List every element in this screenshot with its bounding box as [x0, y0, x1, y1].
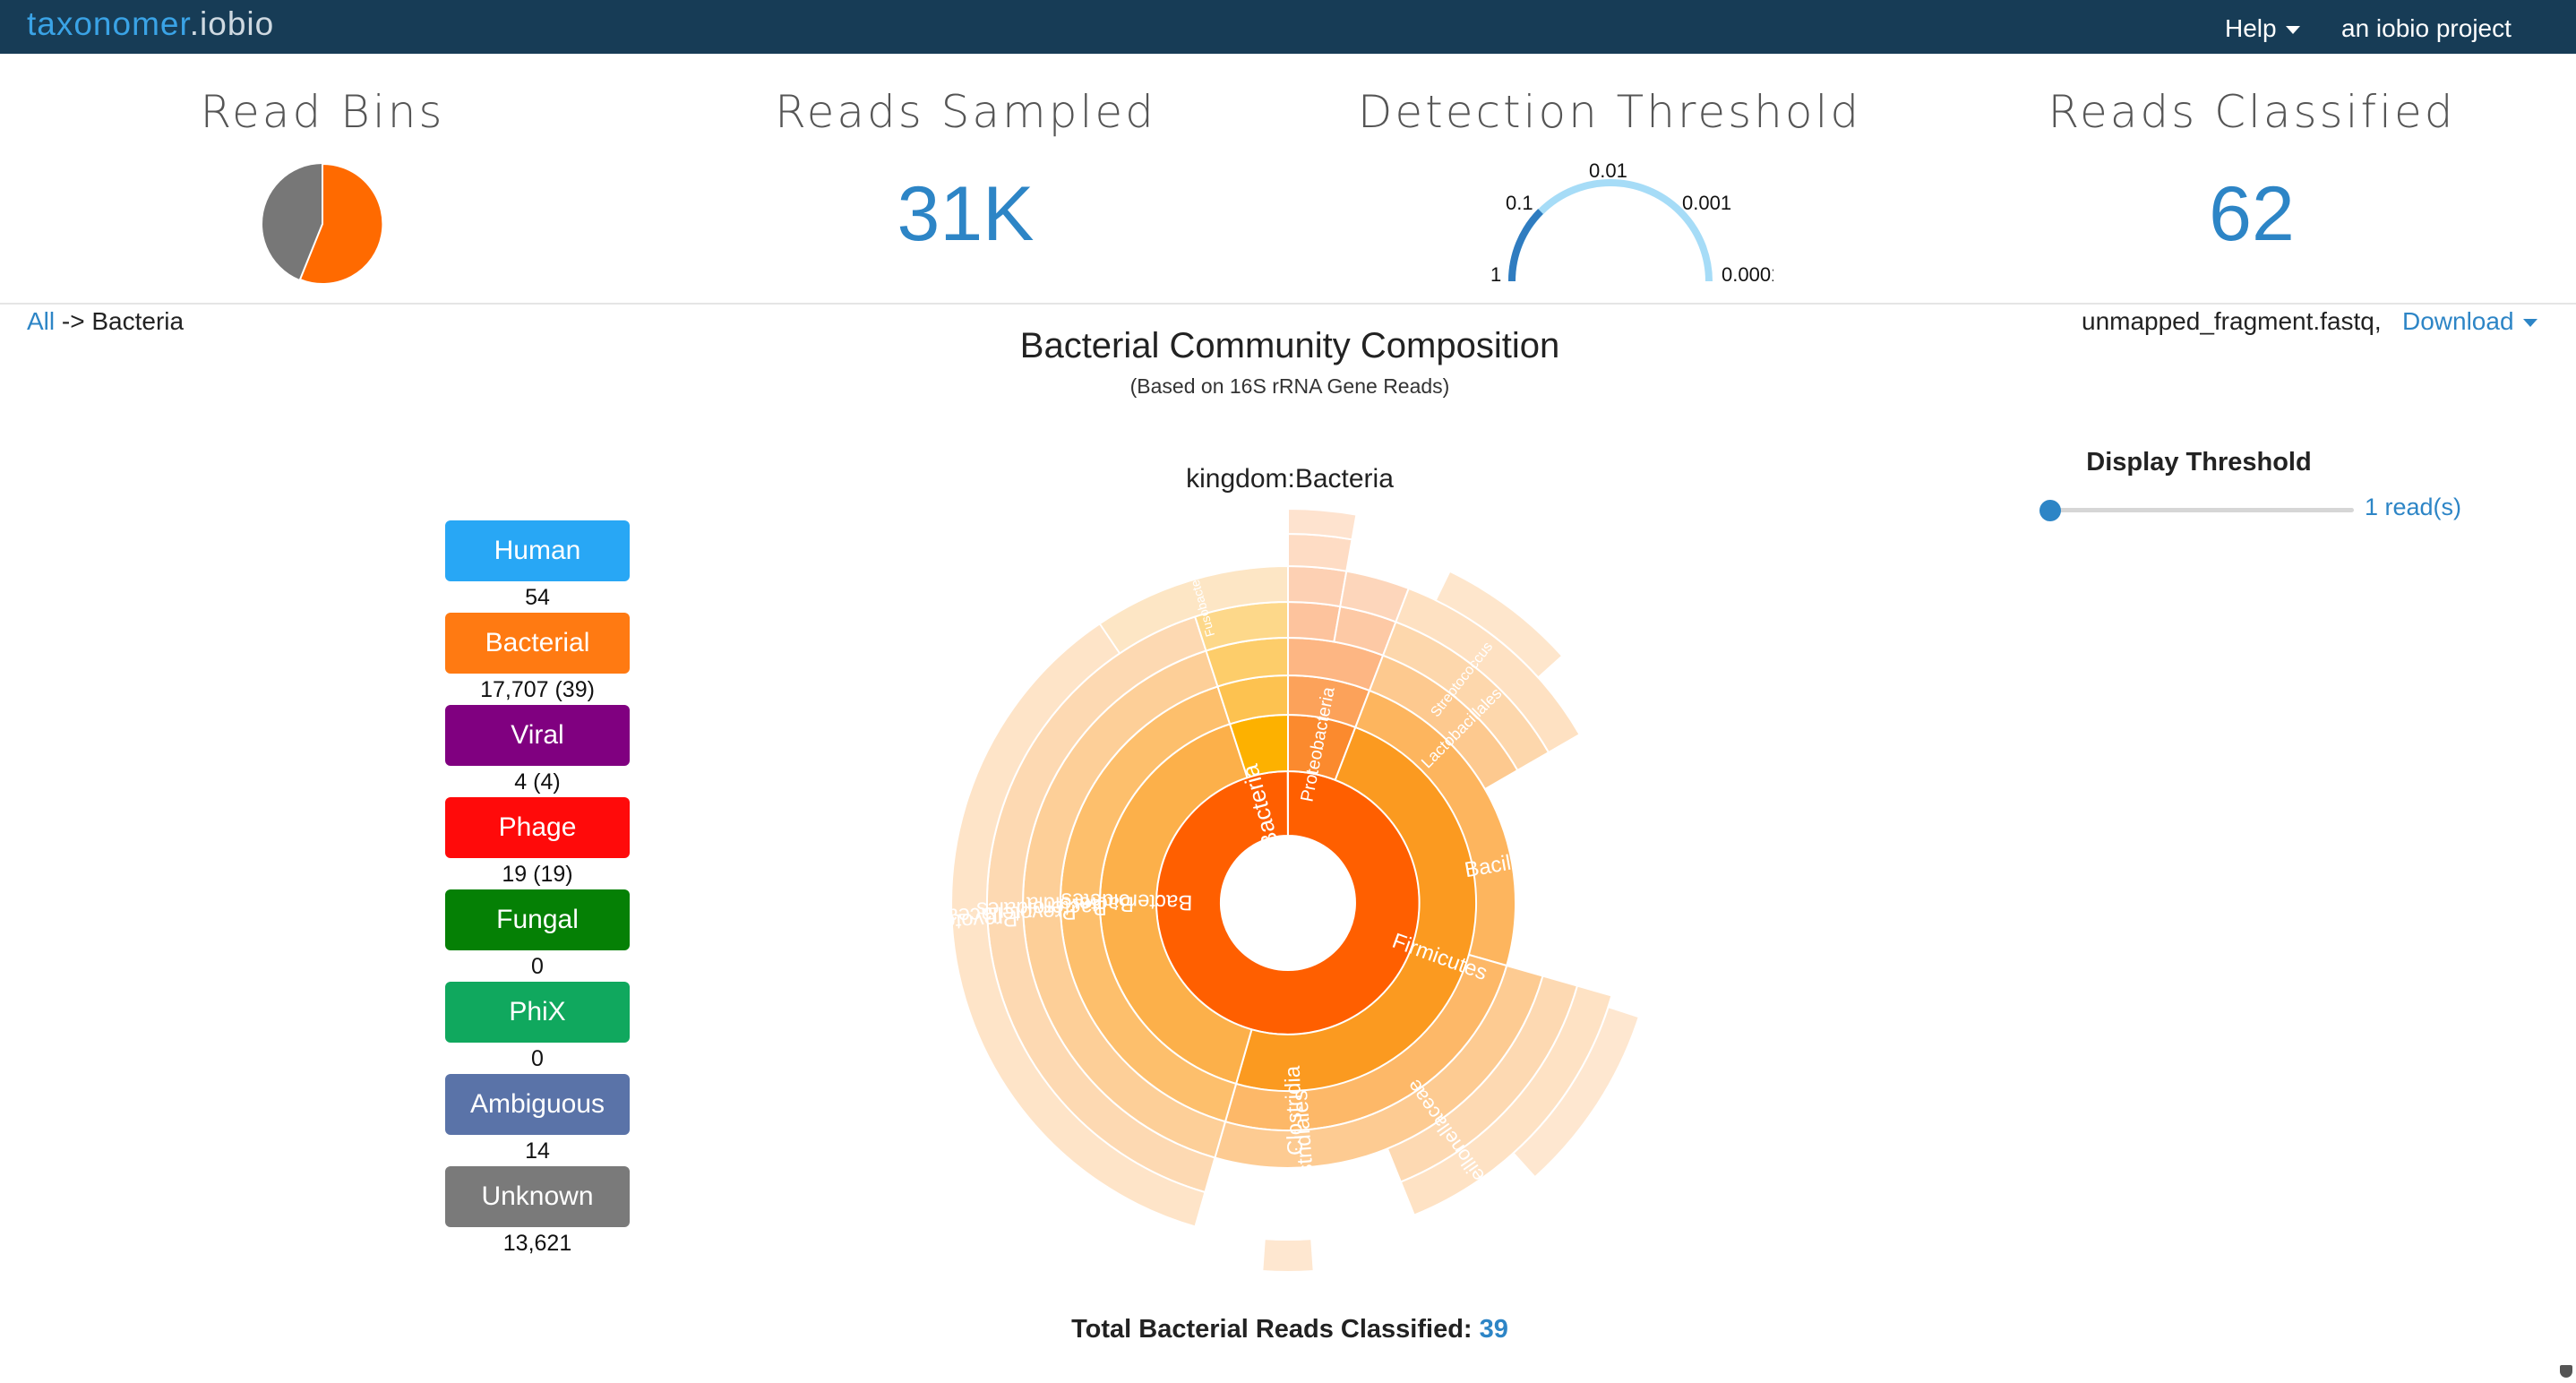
gauge-track[interactable] [1508, 179, 1713, 282]
bin-button-phage[interactable]: Phage [445, 797, 630, 858]
bin-count-phage: 19 (19) [502, 862, 573, 887]
bin-button-ambiguous[interactable]: Ambiguous [445, 1074, 630, 1135]
bin-count-human: 54 [525, 585, 550, 610]
sunburst-segment-outer-1[interactable] [1287, 532, 1353, 572]
top-navbar: taxonomer.iobio Help an iobio project [0, 0, 2576, 54]
bin-button-fungal[interactable]: Fungal [445, 889, 630, 950]
label-prevotella: Prevotella [921, 906, 1018, 935]
chart-subtitle: (Based on 16S rRNA Gene Reads) [1129, 374, 1450, 398]
bin-count-unknown: 13,621 [502, 1231, 572, 1256]
breadcrumb: All -> Bacteria [27, 307, 184, 336]
bin-button-unknown[interactable]: Unknown [445, 1166, 630, 1227]
breadcrumb-separator: -> [61, 307, 85, 335]
file-name: unmapped_fragment.fastq, [2082, 307, 2382, 335]
total-bacterial-reads: Total Bacterial Reads Classified: 39 [896, 1315, 1684, 1344]
bin-button-viral[interactable]: Viral [445, 705, 630, 766]
gauge-label-0-01[interactable]: 0.01 [1589, 159, 1627, 182]
scroll-indicator-icon[interactable] [2560, 1365, 2572, 1378]
help-label: Help [2225, 14, 2277, 42]
sunburst-segment-proteo-family[interactable] [1287, 600, 1342, 643]
bin-button-human[interactable]: Human [445, 520, 630, 581]
bin-count-bacterial: 17,707 (39) [480, 677, 595, 702]
download-menu-button[interactable]: Download [2402, 307, 2537, 336]
reads-sampled-panel: Reads Sampled [652, 86, 1279, 138]
reads-sampled-value: 31K [897, 171, 1035, 257]
download-label: Download [2402, 307, 2514, 335]
sunburst-chart[interactable]: BacteriaProteobacteriaFirmicutesBacilliL… [896, 502, 1684, 1326]
sunburst-segment-outer-2[interactable] [1287, 507, 1358, 541]
gauge-label-0-001[interactable]: 0.001 [1682, 192, 1731, 214]
help-menu-button[interactable]: Help [2225, 14, 2300, 43]
iobio-project-link[interactable]: an iobio project [2341, 14, 2512, 43]
detection-threshold-title: Detection Threshold [1357, 86, 1862, 138]
bin-count-fungal: 0 [531, 954, 544, 979]
reads-classified-title: Reads Classified [2048, 86, 2456, 138]
reads-classified-value: 62 [2209, 171, 2295, 257]
chart-title: Bacterial Community Composition [1019, 326, 1560, 365]
bin-count-phix: 0 [531, 1046, 544, 1071]
reads-sampled-title: Reads Sampled [775, 86, 1156, 138]
display-threshold-label: Display Threshold [2086, 448, 2312, 477]
detection-threshold-gauge[interactable]: 1 0.1 0.01 0.001 0.0001 [1469, 152, 1773, 296]
brand-main: taxonomer [27, 5, 190, 42]
read-bins-panel: Read Bins [9, 86, 636, 138]
breadcrumb-all-link[interactable]: All [27, 307, 55, 335]
gauge-label-1[interactable]: 1 [1490, 263, 1501, 286]
breadcrumb-current: Bacteria [91, 307, 185, 335]
app-logo[interactable]: taxonomer.iobio [27, 5, 274, 43]
bin-count-viral: 4 (4) [514, 769, 561, 795]
total-label: Total Bacterial Reads Classified: [1071, 1315, 1473, 1344]
bin-count-ambiguous: 14 [525, 1138, 550, 1164]
total-value: 39 [1479, 1315, 1508, 1344]
sunburst-segment-proteo-genus[interactable] [1287, 564, 1348, 608]
read-bins-title: Read Bins [200, 86, 445, 138]
detection-threshold-panel: Detection Threshold [1296, 86, 1923, 138]
kingdom-label: kingdom:Bacteria [1186, 464, 1394, 494]
chevron-down-icon [2522, 319, 2537, 328]
sunburst-segment-bacteria[interactable] [1155, 769, 1421, 1035]
display-threshold-slider-track[interactable] [2049, 508, 2354, 512]
read-bins-pie[interactable] [260, 161, 385, 287]
gauge-label-0-1[interactable]: 0.1 [1506, 192, 1533, 214]
section-divider [0, 303, 2576, 305]
bin-button-bacterial[interactable]: Bacterial [445, 613, 630, 674]
bin-button-phix[interactable]: PhiX [445, 982, 630, 1043]
display-threshold-value: 1 read(s) [2365, 494, 2462, 520]
reads-classified-panel: Reads Classified [1938, 86, 2565, 138]
gauge-label-0-0001[interactable]: 0.0001 [1722, 263, 1773, 286]
brand-suffix: .iobio [189, 5, 275, 42]
display-threshold-slider-handle[interactable] [2039, 500, 2061, 521]
chevron-down-icon [2285, 26, 2300, 35]
sunburst-segment-outer-5[interactable] [1261, 1238, 1315, 1274]
